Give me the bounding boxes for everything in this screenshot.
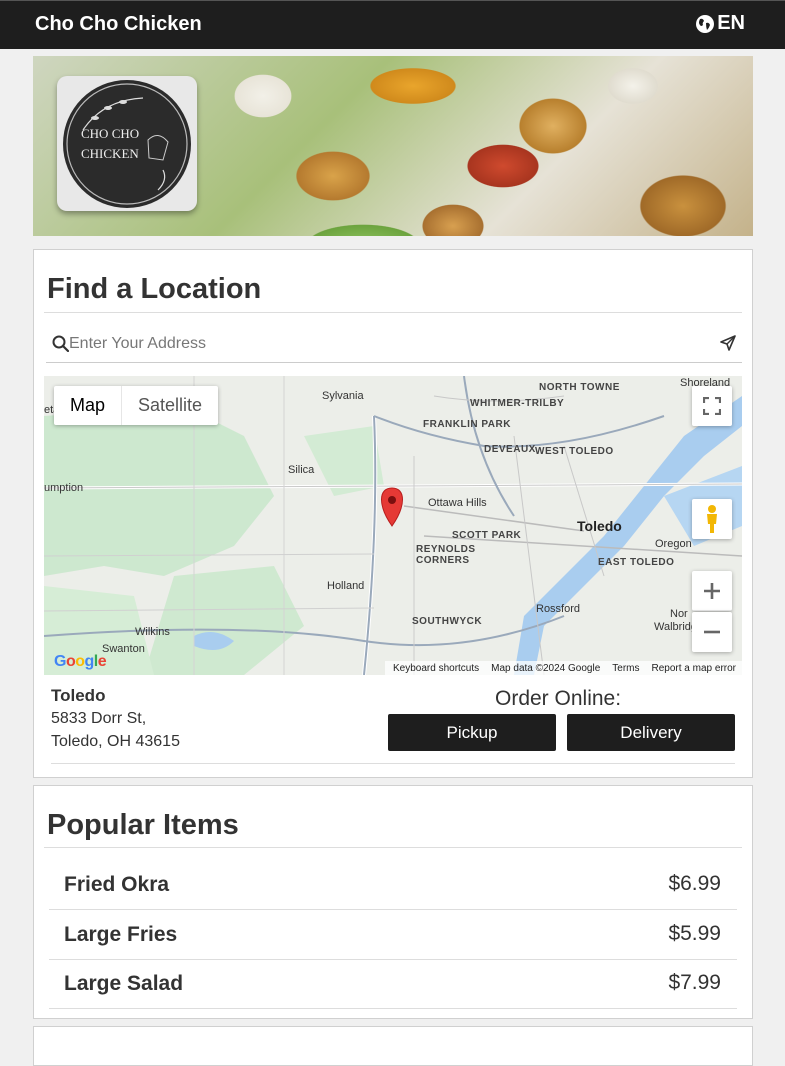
location-city: Toledo, OH 43615: [51, 733, 180, 750]
menu-item[interactable]: Large Fries $5.99: [49, 910, 737, 960]
map-label: EAST TOLEDO: [598, 557, 675, 568]
divider: [44, 312, 742, 313]
globe-icon: [695, 14, 715, 34]
map-label: SOUTHWYCK: [412, 616, 483, 627]
find-location-card: Find a Location Enter Your Address Sylva…: [33, 249, 753, 778]
map-label: WHITMER-TRILBY: [470, 398, 565, 409]
map-label: Swanton: [102, 643, 145, 655]
language-label: EN: [717, 12, 745, 34]
map-label: Silica: [288, 464, 315, 476]
top-navbar: Cho Cho Chicken EN: [0, 0, 785, 49]
terms-link[interactable]: Terms: [612, 663, 639, 674]
map-label: FRANKLIN PARK: [423, 419, 511, 430]
divider: [44, 847, 742, 848]
menu-item-price: $6.99: [668, 872, 721, 895]
menu-item[interactable]: Fried Okra $6.99: [49, 860, 737, 910]
svg-text:CHO CHO: CHO CHO: [81, 126, 139, 141]
svg-text:CHICKEN: CHICKEN: [81, 146, 139, 161]
satellite-view-button[interactable]: Satellite: [121, 386, 218, 425]
find-location-title: Find a Location: [47, 273, 262, 305]
map-label: Wilkins: [135, 626, 170, 638]
fullscreen-button[interactable]: [692, 386, 732, 426]
keyboard-shortcuts-link[interactable]: Keyboard shortcuts: [393, 663, 479, 674]
address-search-bar: [46, 325, 742, 363]
map-label: NORTH TOWNE: [539, 382, 620, 393]
map-label: WEST TOLEDO: [535, 446, 614, 457]
pickup-button[interactable]: Pickup: [388, 714, 556, 751]
logo-card[interactable]: CHO CHO CHICKEN: [57, 76, 197, 211]
language-selector[interactable]: EN: [695, 12, 745, 35]
menu-item-name: Large Salad: [64, 972, 184, 995]
map-label: Toledo: [577, 518, 622, 534]
map-label: Sylvania: [322, 390, 364, 402]
map-label: REYNOLDS CORNERS: [416, 544, 476, 566]
zoom-in-button[interactable]: [692, 571, 732, 611]
divider: [51, 763, 735, 764]
menu-item-price: $7.99: [668, 971, 721, 994]
search-icon: [52, 335, 70, 357]
menu-item-name: Large Fries: [64, 923, 178, 946]
map-label: Ottawa Hills: [428, 497, 487, 509]
menu-item[interactable]: Large Salad $7.99: [49, 959, 737, 1009]
google-logo[interactable]: Google: [54, 653, 107, 671]
locate-arrow-icon[interactable]: [720, 335, 736, 356]
map-data-text: Map data ©2024 Google: [491, 662, 601, 674]
plus-icon: [704, 582, 720, 599]
map-label: Rossford: [536, 603, 581, 615]
brand-name[interactable]: Cho Cho Chicken: [35, 13, 202, 36]
menu-item-price: $5.99: [668, 922, 721, 945]
map-label: SCOTT PARK: [452, 530, 522, 541]
order-online-label: Order Online:: [495, 687, 622, 710]
menu-item-name: Fried Okra: [64, 873, 170, 896]
location-map[interactable]: Sylvania NORTH TOWNE Shoreland WHITMER-T…: [44, 376, 742, 675]
map-label: Oregon: [655, 538, 692, 550]
map-label: umption: [44, 482, 84, 494]
map-type-toggle: Map Satellite: [54, 386, 219, 425]
fullscreen-icon: [703, 397, 721, 415]
delivery-button[interactable]: Delivery: [567, 714, 735, 751]
zoom-out-button[interactable]: [692, 612, 732, 652]
street-view-pegman[interactable]: [692, 499, 732, 539]
map-label: DEVEAUX: [484, 444, 536, 455]
report-map-error-link[interactable]: Report a map error: [652, 663, 736, 674]
next-section-card: [33, 1026, 753, 1066]
map-view-button[interactable]: Map: [54, 386, 121, 425]
brand-logo: CHO CHO CHICKEN: [63, 80, 191, 208]
location-name[interactable]: Toledo: [51, 686, 105, 706]
popular-items-title: Popular Items: [47, 809, 239, 841]
minus-icon: [704, 630, 720, 634]
map-label: Holland: [327, 580, 365, 592]
map-attribution-bar: Keyboard shortcuts Map data ©2024 Google…: [384, 661, 742, 675]
address-input[interactable]: [69, 331, 709, 357]
location-street: 5833 Dorr St,: [51, 710, 147, 727]
map-label: Nor: [670, 608, 688, 620]
pegman-icon: [707, 505, 717, 533]
hero-banner: CHO CHO CHICKEN: [33, 56, 753, 236]
popular-items-card: Popular Items Fried Okra $6.99 Large Fri…: [33, 785, 753, 1019]
